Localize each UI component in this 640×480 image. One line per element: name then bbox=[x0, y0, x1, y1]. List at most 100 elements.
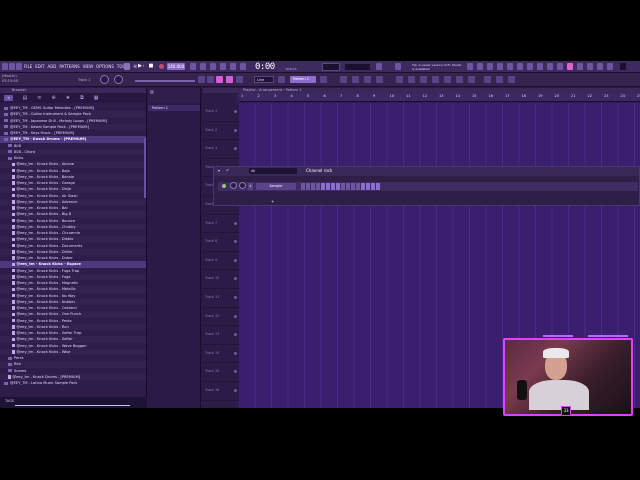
window-tool-1[interactable] bbox=[467, 63, 473, 70]
paint-icon[interactable] bbox=[216, 76, 223, 83]
tool-icon-12[interactable] bbox=[484, 76, 491, 83]
step-button[interactable] bbox=[301, 183, 305, 190]
rack-swing-icon[interactable]: ↶ bbox=[226, 168, 229, 173]
tool-icon-6[interactable] bbox=[408, 76, 415, 83]
track-mute-led[interactable] bbox=[234, 258, 237, 262]
picker-menu-icon[interactable]: ▥ bbox=[150, 89, 154, 94]
step-button[interactable] bbox=[331, 183, 335, 190]
online-news-icon[interactable] bbox=[376, 63, 382, 70]
picker-pattern-item[interactable]: Pattern 1 bbox=[148, 105, 200, 111]
track-mute-led[interactable] bbox=[234, 110, 237, 113]
menu-file[interactable]: FILE bbox=[24, 64, 32, 69]
browser-copy-icon[interactable]: ⧉ bbox=[80, 95, 84, 101]
track-header[interactable]: Track 13 bbox=[203, 326, 239, 345]
window-tool-7[interactable] bbox=[527, 63, 533, 70]
fl-fruit-icon[interactable] bbox=[620, 63, 626, 70]
step-edit-icon[interactable] bbox=[240, 63, 246, 70]
channel-filter-select[interactable]: All bbox=[249, 168, 297, 174]
step-button[interactable] bbox=[361, 183, 365, 190]
tool-icon-10[interactable] bbox=[456, 76, 463, 83]
window-tool-11[interactable] bbox=[567, 63, 573, 70]
tool-icon-4[interactable] bbox=[376, 76, 383, 83]
browser-list-icon[interactable]: ▤ bbox=[23, 95, 28, 101]
arrow-icon[interactable] bbox=[278, 76, 285, 83]
step-button[interactable] bbox=[356, 183, 360, 190]
browser-menu-icon[interactable]: ≡ bbox=[37, 95, 41, 101]
window-tool-12[interactable] bbox=[577, 63, 583, 70]
window-icon-2[interactable] bbox=[16, 63, 22, 70]
slice-icon[interactable] bbox=[226, 76, 233, 83]
browser-grid-icon[interactable]: ▦ bbox=[94, 95, 99, 101]
add-pattern-icon[interactable] bbox=[320, 76, 327, 83]
track-header[interactable]: Track 7 bbox=[203, 214, 239, 234]
tool-icon-9[interactable] bbox=[444, 76, 451, 83]
window-tool-4[interactable] bbox=[497, 63, 503, 70]
tool-icon-13[interactable] bbox=[496, 76, 503, 83]
window-tool-9[interactable] bbox=[547, 63, 553, 70]
tool-icon-8[interactable] bbox=[432, 76, 439, 83]
fl-logo-icon[interactable] bbox=[2, 63, 8, 70]
track-header[interactable]: Track 12 bbox=[203, 307, 239, 327]
track-mute-led[interactable] bbox=[234, 240, 237, 244]
window-tool-6[interactable] bbox=[517, 63, 523, 70]
track-mute-led[interactable] bbox=[234, 333, 237, 337]
step-button[interactable] bbox=[366, 183, 370, 190]
track-header[interactable]: Track 8 bbox=[203, 233, 239, 252]
wait-input-icon[interactable] bbox=[200, 63, 206, 70]
track-mute-led[interactable] bbox=[234, 221, 237, 225]
track-mute-led[interactable] bbox=[234, 388, 237, 392]
step-button[interactable] bbox=[376, 183, 380, 190]
tool-icon-3[interactable] bbox=[364, 76, 371, 83]
browser-scrollbar[interactable] bbox=[144, 138, 146, 198]
tool-icon-7[interactable] bbox=[420, 76, 427, 83]
track-mute-led[interactable] bbox=[234, 147, 237, 151]
track-mute-led[interactable] bbox=[234, 314, 237, 318]
track-header[interactable]: Track 9 bbox=[203, 251, 239, 271]
record-icon[interactable] bbox=[159, 64, 164, 69]
track-header[interactable]: Track 14 bbox=[203, 344, 239, 364]
channel-mute-led[interactable] bbox=[222, 184, 226, 188]
step-button[interactable] bbox=[336, 183, 340, 190]
track-mute-led[interactable] bbox=[234, 277, 237, 281]
track-header[interactable]: Track 3 bbox=[203, 140, 239, 159]
tool-icon-2[interactable] bbox=[352, 76, 359, 83]
browser-target-icon[interactable]: ⊕ bbox=[51, 95, 55, 101]
step-button[interactable] bbox=[351, 183, 355, 190]
step-button[interactable] bbox=[306, 183, 310, 190]
window-tool-8[interactable] bbox=[537, 63, 543, 70]
pattern-select[interactable]: Pattern 1 bbox=[290, 76, 316, 83]
menu-patterns[interactable]: PATTERNS bbox=[59, 64, 79, 69]
draw-icon[interactable] bbox=[207, 76, 214, 83]
stop-icon[interactable]: ■ bbox=[148, 63, 154, 70]
track-header[interactable]: Track 16 bbox=[203, 381, 239, 401]
window-tool-15[interactable] bbox=[607, 63, 613, 70]
track-mute-led[interactable] bbox=[234, 351, 237, 355]
step-button[interactable] bbox=[316, 183, 320, 190]
track-header[interactable]: Track 15 bbox=[203, 363, 239, 382]
loop-record-icon[interactable] bbox=[220, 63, 226, 70]
master-pitch-knob[interactable] bbox=[114, 75, 123, 84]
sampler-channel-button[interactable]: Sampler bbox=[256, 183, 296, 190]
master-slider[interactable] bbox=[135, 80, 195, 82]
tool-icon-14[interactable] bbox=[508, 76, 515, 83]
tool-icon-5[interactable] bbox=[396, 76, 403, 83]
pattern-song-toggle[interactable] bbox=[124, 63, 130, 70]
track-header[interactable]: Track 1 bbox=[203, 103, 239, 122]
snap-select[interactable]: Line bbox=[254, 76, 274, 83]
menu-add[interactable]: ADD bbox=[47, 64, 56, 69]
track-mute-led[interactable] bbox=[234, 370, 237, 374]
select-icon[interactable] bbox=[236, 76, 243, 83]
song-time-display[interactable]: 0:00 bbox=[255, 62, 275, 72]
play-icon[interactable]: ▶ bbox=[137, 63, 143, 70]
step-button[interactable] bbox=[371, 183, 375, 190]
countdown-icon[interactable] bbox=[210, 63, 216, 70]
window-tool-2[interactable] bbox=[477, 63, 483, 70]
browser-folder[interactable]: @EEY_TM - Latina Music Sample Pack bbox=[0, 380, 146, 386]
window-tool-10[interactable] bbox=[557, 63, 563, 70]
step-button[interactable] bbox=[326, 183, 330, 190]
master-volume-knob[interactable] bbox=[100, 75, 109, 84]
window-tool-5[interactable] bbox=[507, 63, 513, 70]
window-icon[interactable] bbox=[9, 63, 15, 70]
track-header[interactable]: Track 10 bbox=[203, 270, 239, 289]
window-tool-14[interactable] bbox=[597, 63, 603, 70]
